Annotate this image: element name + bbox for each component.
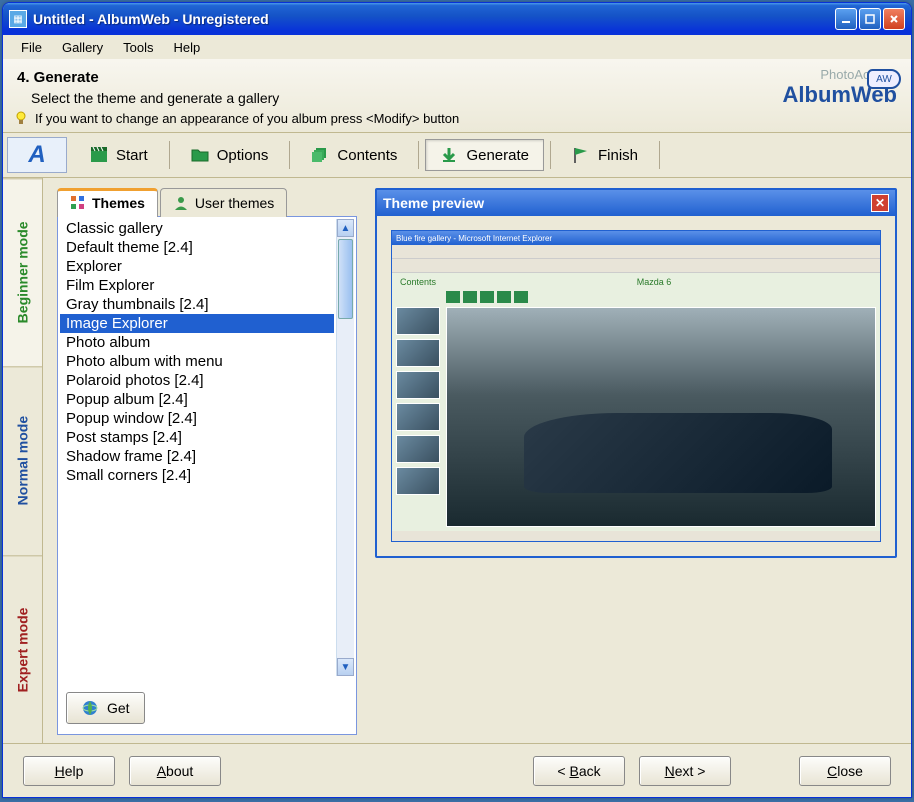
- ie-toolbar: [392, 245, 880, 259]
- themes-panel: Themes User themes Classic galleryDefaul…: [57, 188, 357, 735]
- theme-item[interactable]: Film Explorer: [60, 276, 334, 295]
- themes-listbox: Classic galleryDefault theme [2.4]Explor…: [57, 216, 357, 735]
- scroll-up-button[interactable]: ▲: [337, 219, 354, 237]
- step-generate-button[interactable]: Generate: [425, 139, 544, 171]
- grid-icon: [70, 195, 86, 211]
- theme-item[interactable]: Popup album [2.4]: [60, 390, 334, 409]
- preview-browser: Blue fire gallery - Microsoft Internet E…: [391, 230, 881, 542]
- logo-badge: AW: [867, 69, 901, 89]
- close-button-footer[interactable]: Close: [799, 756, 891, 786]
- ie-addressbar: [392, 259, 880, 273]
- step-finish-button[interactable]: Finish: [557, 139, 653, 171]
- preview-window: Theme preview ✕ Blue fire gallery - Micr…: [375, 188, 897, 558]
- scroll-thumb[interactable]: [338, 239, 353, 319]
- step-title: 4. Generate: [17, 69, 897, 86]
- ie-titlebar: Blue fire gallery - Microsoft Internet E…: [392, 231, 880, 245]
- folder-icon: [191, 146, 209, 164]
- theme-item[interactable]: Default theme [2.4]: [60, 238, 334, 257]
- globe-icon: [81, 699, 99, 717]
- next-button[interactable]: Next >: [639, 756, 731, 786]
- step-description: Select the theme and generate a gallery: [31, 90, 897, 106]
- app-icon: ▦: [9, 10, 27, 28]
- preview-close-button[interactable]: ✕: [871, 194, 889, 212]
- scroll-down-button[interactable]: ▼: [337, 658, 354, 676]
- step-contents-button[interactable]: Contents: [296, 139, 412, 171]
- ie-thumbnails: [396, 307, 440, 527]
- close-button[interactable]: [883, 8, 905, 30]
- maximize-button[interactable]: [859, 8, 881, 30]
- theme-item[interactable]: Photo album with menu: [60, 352, 334, 371]
- wizard-mode-icon[interactable]: A: [7, 137, 67, 173]
- ie-photo-label: Mazda 6: [637, 277, 672, 287]
- theme-item[interactable]: Small corners [2.4]: [60, 466, 334, 485]
- ie-nav-buttons: [446, 291, 876, 303]
- menu-file[interactable]: File: [11, 38, 52, 57]
- theme-item[interactable]: Shadow frame [2.4]: [60, 447, 334, 466]
- menu-gallery[interactable]: Gallery: [52, 38, 113, 57]
- theme-item[interactable]: Post stamps [2.4]: [60, 428, 334, 447]
- tab-user-themes[interactable]: User themes: [160, 188, 287, 217]
- body: Beginner mode Normal mode Expert mode Th…: [3, 178, 911, 743]
- user-icon: [173, 195, 189, 211]
- app-window: ▦ Untitled - AlbumWeb - Unregistered Fil…: [2, 2, 912, 798]
- get-button[interactable]: Get: [66, 692, 145, 724]
- tip-text: If you want to change an appearance of y…: [35, 111, 459, 126]
- menu-tools[interactable]: Tools: [113, 38, 163, 57]
- window-title: Untitled - AlbumWeb - Unregistered: [33, 11, 835, 27]
- toolbar-row: A Start Options Contents Generate: [3, 133, 911, 178]
- preview-panel: Theme preview ✕ Blue fire gallery - Micr…: [375, 188, 897, 735]
- ie-contents-link: Contents: [400, 277, 436, 287]
- flag-icon: [572, 146, 590, 164]
- themes-list[interactable]: Classic galleryDefault theme [2.4]Explor…: [60, 219, 334, 676]
- footer: Help About < Back Next > Close: [3, 743, 911, 797]
- theme-item[interactable]: Classic gallery: [60, 219, 334, 238]
- scrollbar: ▲ ▼: [336, 219, 354, 676]
- theme-item[interactable]: Gray thumbnails [2.4]: [60, 295, 334, 314]
- main-area: Themes User themes Classic galleryDefaul…: [43, 178, 911, 743]
- ie-main-photo: [446, 307, 876, 527]
- clapperboard-icon: [90, 146, 108, 164]
- brand-logo: AW PhotoActions AlbumWeb: [783, 67, 897, 108]
- menubar: File Gallery Tools Help: [3, 35, 911, 59]
- theme-item[interactable]: Explorer: [60, 257, 334, 276]
- lightbulb-icon: [13, 110, 29, 126]
- back-button[interactable]: < Back: [533, 756, 625, 786]
- theme-item[interactable]: Image Explorer: [60, 314, 334, 333]
- titlebar: ▦ Untitled - AlbumWeb - Unregistered: [3, 3, 911, 35]
- tab-beginner-mode[interactable]: Beginner mode: [3, 178, 42, 366]
- theme-item[interactable]: Popup window [2.4]: [60, 409, 334, 428]
- tab-normal-mode[interactable]: Normal mode: [3, 366, 42, 554]
- preview-titlebar: Theme preview ✕: [377, 190, 895, 216]
- step-options-button[interactable]: Options: [176, 139, 284, 171]
- step-start-button[interactable]: Start: [75, 139, 163, 171]
- tab-expert-mode[interactable]: Expert mode: [3, 555, 42, 743]
- theme-item[interactable]: Photo album: [60, 333, 334, 352]
- download-arrow-icon: [440, 146, 458, 164]
- wizard-header: 4. Generate Select the theme and generat…: [3, 59, 911, 133]
- tab-themes[interactable]: Themes: [57, 188, 158, 217]
- mode-tabs: Beginner mode Normal mode Expert mode: [3, 178, 43, 743]
- ie-statusbar: [392, 531, 880, 541]
- stack-icon: [311, 146, 329, 164]
- ie-content: Contents Mazda 6: [392, 273, 880, 531]
- help-button[interactable]: Help: [23, 756, 115, 786]
- theme-item[interactable]: Polaroid photos [2.4]: [60, 371, 334, 390]
- step-toolbar: Start Options Contents Generate Finish: [71, 133, 666, 177]
- menu-help[interactable]: Help: [164, 38, 211, 57]
- about-button[interactable]: About: [129, 756, 221, 786]
- minimize-button[interactable]: [835, 8, 857, 30]
